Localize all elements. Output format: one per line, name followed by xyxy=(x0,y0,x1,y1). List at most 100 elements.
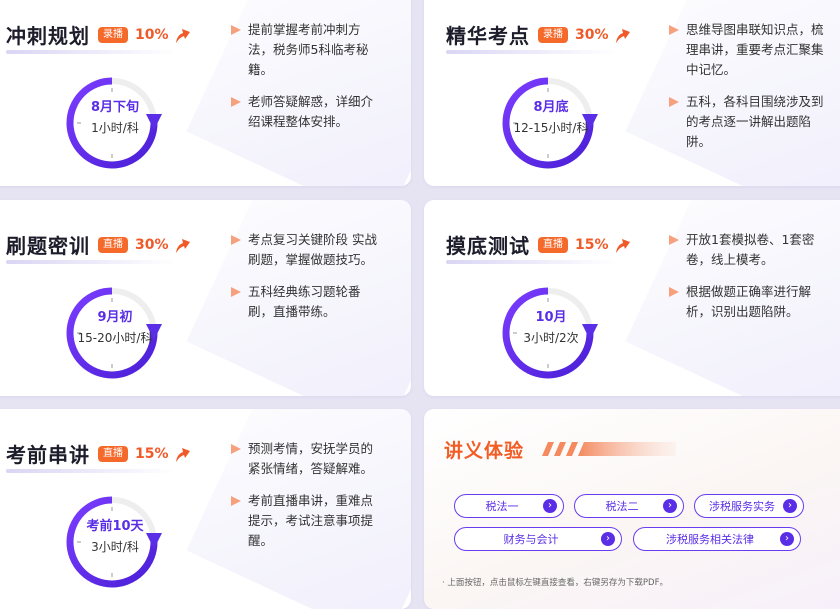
chevron-right-icon: › xyxy=(783,499,797,513)
trend-up-arrow-icon xyxy=(615,28,630,43)
bullet-list: 提前掌握考前冲刺方法，税务师5科临考秘籍。 老师答疑解惑，详细介绍课程整体安排。 xyxy=(230,20,380,144)
trend-up-arrow-icon xyxy=(175,447,190,462)
weight-percent: 30% xyxy=(575,26,609,43)
bullet-text: 考点复习关键阶段 实战刷题，掌握做题技巧。 xyxy=(248,232,377,267)
bullet-item: 考前直播串讲，重难点提示，考试注意事项提醒。 xyxy=(230,491,382,551)
bullet-item: 开放1套模拟卷、1套密卷，线上模考。 xyxy=(668,230,828,270)
triangle-bullet-icon xyxy=(231,97,241,107)
trend-up-arrow-icon xyxy=(175,238,190,253)
dial-duration: 3小时/2次 xyxy=(523,331,579,345)
clock-dial-icon: 考前10天 3小时/科 xyxy=(60,487,170,597)
card-title: 刷题密训 xyxy=(6,234,90,258)
card-title: 考前串讲 xyxy=(6,443,90,467)
bullet-item: 考点复习关键阶段 实战刷题，掌握做题技巧。 xyxy=(230,230,382,270)
bullet-text: 提前掌握考前冲刺方法，税务师5科临考秘籍。 xyxy=(248,22,369,77)
triangle-bullet-icon xyxy=(231,235,241,245)
dial-duration: 15-20小时/科 xyxy=(77,331,153,345)
clock-dial-icon: 9月初 15-20小时/科 xyxy=(60,278,170,388)
weight-percent: 30% xyxy=(135,236,169,253)
bullet-list: 考点复习关键阶段 实战刷题，掌握做题技巧。 五科经典练习题轮番刷，直播带练。 xyxy=(230,230,382,334)
card-header: 摸底测试 直播 15% xyxy=(446,230,631,259)
stripe-decoration-icon xyxy=(542,442,676,456)
handout-button-finance-accounting[interactable]: 财务与会计 › xyxy=(454,527,622,551)
triangle-bullet-icon xyxy=(669,25,679,35)
handout-button-tax-law-2[interactable]: 税法二 › xyxy=(574,494,684,518)
chevron-right-icon: › xyxy=(780,532,794,546)
dial-date: 8月底 xyxy=(533,100,569,115)
bullet-text: 五科经典练习题轮番刷，直播带练。 xyxy=(248,284,361,319)
card-header: 精华考点 录播 30% xyxy=(446,20,631,49)
bullet-item: 五科，各科目围绕涉及到的考点逐一讲解出题陷阱。 xyxy=(668,92,828,152)
card-header: 考前串讲 直播 15% xyxy=(6,439,191,468)
handout-title: 讲义体验 xyxy=(444,440,525,462)
bullet-item: 老师答疑解惑，详细介绍课程整体安排。 xyxy=(230,92,380,132)
clock-dial-icon: 8月下旬 1小时/科 xyxy=(60,68,170,178)
dial-duration: 12-15小时/科 xyxy=(513,121,589,135)
triangle-bullet-icon xyxy=(231,25,241,35)
clock-dial-icon: 8月底 12-15小时/科 xyxy=(496,68,606,178)
mode-badge: 录播 xyxy=(98,26,128,43)
weight-percent: 10% xyxy=(135,26,169,43)
title-underline xyxy=(446,50,616,54)
dial-date: 考前10天 xyxy=(86,519,144,534)
mode-badge: 直播 xyxy=(538,236,568,253)
bullet-item: 预测考情，安抚学员的紧张情绪，答疑解难。 xyxy=(230,439,382,479)
chevron-right-icon: › xyxy=(601,532,615,546)
triangle-bullet-icon xyxy=(231,444,241,454)
handout-card: 讲义体验 税法一 › 税法二 › 涉税服务实务 › 财务与会计 › 涉税服务相关… xyxy=(424,409,840,609)
title-underline xyxy=(6,260,176,264)
title-underline xyxy=(446,260,616,264)
title-underline xyxy=(6,50,176,54)
triangle-bullet-icon xyxy=(669,97,679,107)
bullet-item: 思维导图串联知识点，梳理串讲，重要考点汇聚集中记忆。 xyxy=(668,20,828,80)
triangle-bullet-icon xyxy=(231,287,241,297)
triangle-bullet-icon xyxy=(669,235,679,245)
bullet-text: 根据做题正确率进行解析，识别出题陷阱。 xyxy=(686,284,812,319)
dial-duration: 3小时/科 xyxy=(91,540,139,554)
trend-up-arrow-icon xyxy=(175,28,190,43)
bullet-text: 五科，各科目围绕涉及到的考点逐一讲解出题陷阱。 xyxy=(686,94,824,149)
bullet-text: 考前直播串讲，重难点提示，考试注意事项提醒。 xyxy=(248,493,374,548)
bullet-text: 老师答疑解惑，详细介绍课程整体安排。 xyxy=(248,94,374,129)
bullet-text: 预测考情，安抚学员的紧张情绪，答疑解难。 xyxy=(248,441,374,476)
card-title: 精华考点 xyxy=(446,24,530,48)
chevron-right-icon: › xyxy=(663,499,677,513)
bullet-list: 思维导图串联知识点，梳理串讲，重要考点汇聚集中记忆。 五科，各科目围绕涉及到的考… xyxy=(668,20,828,164)
handout-button-tax-related-law[interactable]: 涉税服务相关法律 › xyxy=(633,527,801,551)
bullet-item: 提前掌握考前冲刺方法，税务师5科临考秘籍。 xyxy=(230,20,380,80)
weight-percent: 15% xyxy=(575,236,609,253)
bullet-item: 根据做题正确率进行解析，识别出题陷阱。 xyxy=(668,282,828,322)
mode-badge: 直播 xyxy=(98,445,128,462)
handout-button-tax-practice[interactable]: 涉税服务实务 › xyxy=(694,494,804,518)
dial-date: 8月下旬 xyxy=(90,100,140,115)
dial-duration: 1小时/科 xyxy=(91,121,139,135)
bullet-text: 开放1套模拟卷、1套密卷，线上模考。 xyxy=(686,232,815,267)
course-card-mock-test: 摸底测试 直播 15% 10月 3小时/2次 开放1套模拟卷、1套密卷，线上模考… xyxy=(424,200,840,396)
course-card-final-review: 考前串讲 直播 15% 考前10天 3小时/科 预测考情，安抚学员的紧张情绪，答… xyxy=(0,409,411,609)
button-label: 涉税服务相关法律 xyxy=(666,533,754,546)
course-card-sprint-plan: 冲刺规划 录播 10% 8月下旬 1小时/科 提前掌握考前冲刺方法，税务师5科临… xyxy=(0,0,411,186)
bullet-list: 预测考情，安抚学员的紧张情绪，答疑解难。 考前直播串讲，重难点提示，考试注意事项… xyxy=(230,439,382,563)
button-label: 财务与会计 xyxy=(503,533,559,546)
card-header: 刷题密训 直播 30% xyxy=(6,230,191,259)
handout-button-tax-law-1[interactable]: 税法一 › xyxy=(454,494,564,518)
mode-badge: 录播 xyxy=(538,26,568,43)
trend-up-arrow-icon xyxy=(615,238,630,253)
course-card-key-points: 精华考点 录播 30% 8月底 12-15小时/科 思维导图串联知识点，梳理串讲… xyxy=(424,0,840,186)
download-hint: · 上面按钮，点击鼠标左键直接查看，右键另存为下载PDF。 xyxy=(442,578,668,588)
bullet-list: 开放1套模拟卷、1套密卷，线上模考。 根据做题正确率进行解析，识别出题陷阱。 xyxy=(668,230,828,334)
card-header: 冲刺规划 录播 10% xyxy=(6,20,191,49)
clock-dial-icon: 10月 3小时/2次 xyxy=(496,278,606,388)
card-title: 冲刺规划 xyxy=(6,24,90,48)
chevron-right-icon: › xyxy=(543,499,557,513)
mode-badge: 直播 xyxy=(98,236,128,253)
title-underline xyxy=(6,469,176,473)
card-title: 摸底测试 xyxy=(446,234,530,258)
bullet-item: 五科经典练习题轮番刷，直播带练。 xyxy=(230,282,382,322)
dial-date: 10月 xyxy=(535,310,567,325)
triangle-bullet-icon xyxy=(231,496,241,506)
dial-date: 9月初 xyxy=(97,310,133,325)
triangle-bullet-icon xyxy=(669,287,679,297)
bullet-text: 思维导图串联知识点，梳理串讲，重要考点汇聚集中记忆。 xyxy=(686,22,824,77)
course-card-drill-training: 刷题密训 直播 30% 9月初 15-20小时/科 考点复习关键阶段 实战刷题，… xyxy=(0,200,411,396)
